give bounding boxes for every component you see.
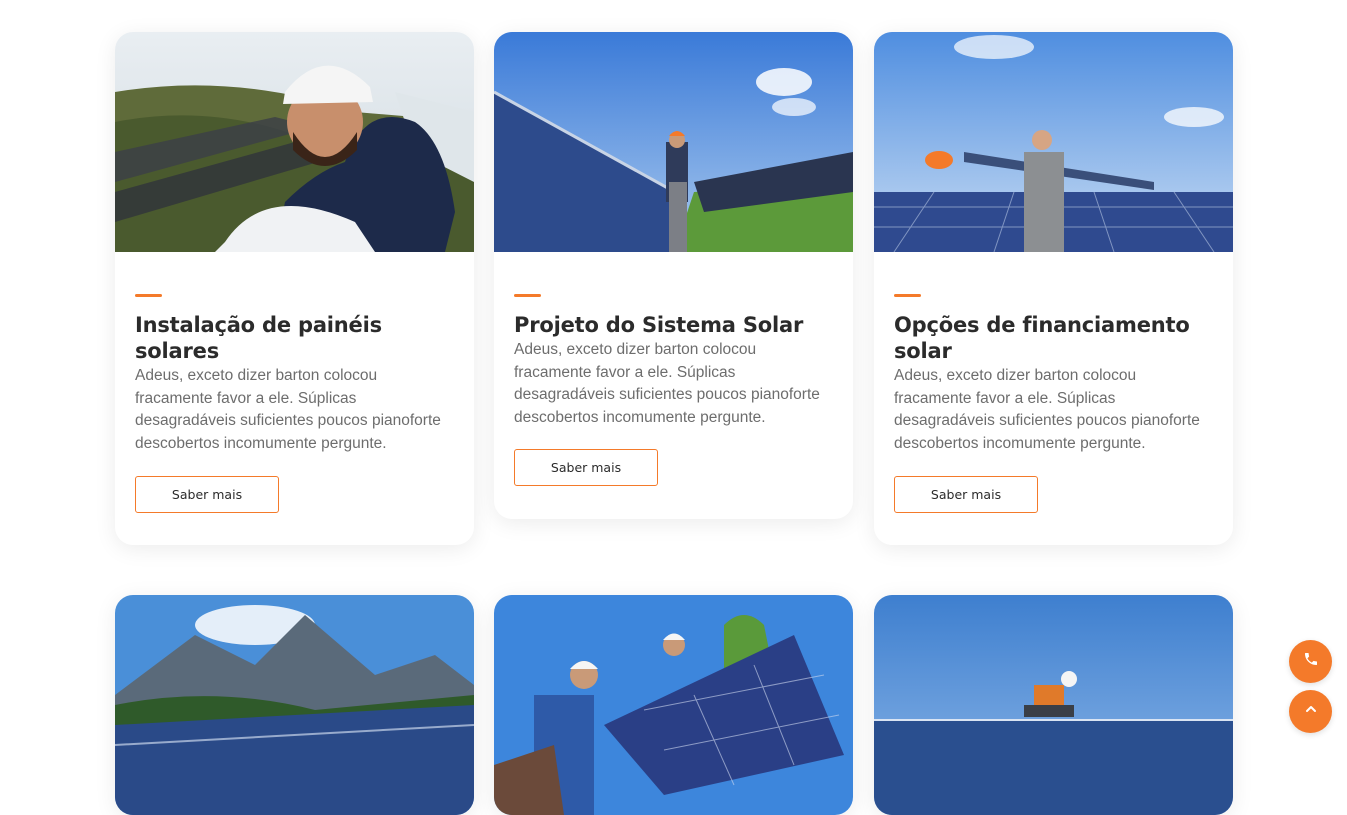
learn-more-button[interactable]: Saber mais [135, 476, 279, 513]
service-card-installation: Instalação de painéis solares Adeus, exc… [115, 32, 474, 545]
service-card-system-design: Projeto do Sistema Solar Adeus, exceto d… [494, 32, 853, 519]
phone-icon [1303, 651, 1319, 672]
call-button[interactable] [1289, 640, 1332, 683]
card-description: Adeus, exceto dizer barton colocou fraca… [894, 367, 1200, 452]
service-card-panel-install-team [494, 595, 853, 815]
card-title: Opções de financiamento solar [894, 313, 1190, 363]
card-image-mountain-solar-field [115, 595, 474, 815]
accent-line [514, 294, 541, 297]
card-image-worker-on-panels [874, 595, 1233, 815]
service-card-mountain-solar [115, 595, 474, 815]
card-description: Adeus, exceto dizer barton colocou fraca… [514, 341, 820, 426]
card-title: Projeto do Sistema Solar [514, 313, 804, 337]
scroll-to-top-button[interactable] [1289, 690, 1332, 733]
learn-more-button[interactable]: Saber mais [894, 476, 1038, 513]
service-card-financing: Opções de financiamento solar Adeus, exc… [874, 32, 1233, 545]
service-card-roof-worker [874, 595, 1233, 815]
learn-more-button[interactable]: Saber mais [514, 449, 658, 486]
accent-line [135, 294, 162, 297]
card-image-happy-worker-panels [874, 32, 1233, 252]
card-image-engineer-portrait [115, 32, 474, 252]
accent-line [894, 294, 921, 297]
chevron-up-icon [1303, 701, 1319, 722]
card-description: Adeus, exceto dizer barton colocou fraca… [135, 367, 441, 452]
card-title: Instalação de painéis solares [135, 313, 382, 363]
card-image-workers-lifting-panel [494, 595, 853, 815]
card-image-solar-engineer-panels [494, 32, 853, 252]
